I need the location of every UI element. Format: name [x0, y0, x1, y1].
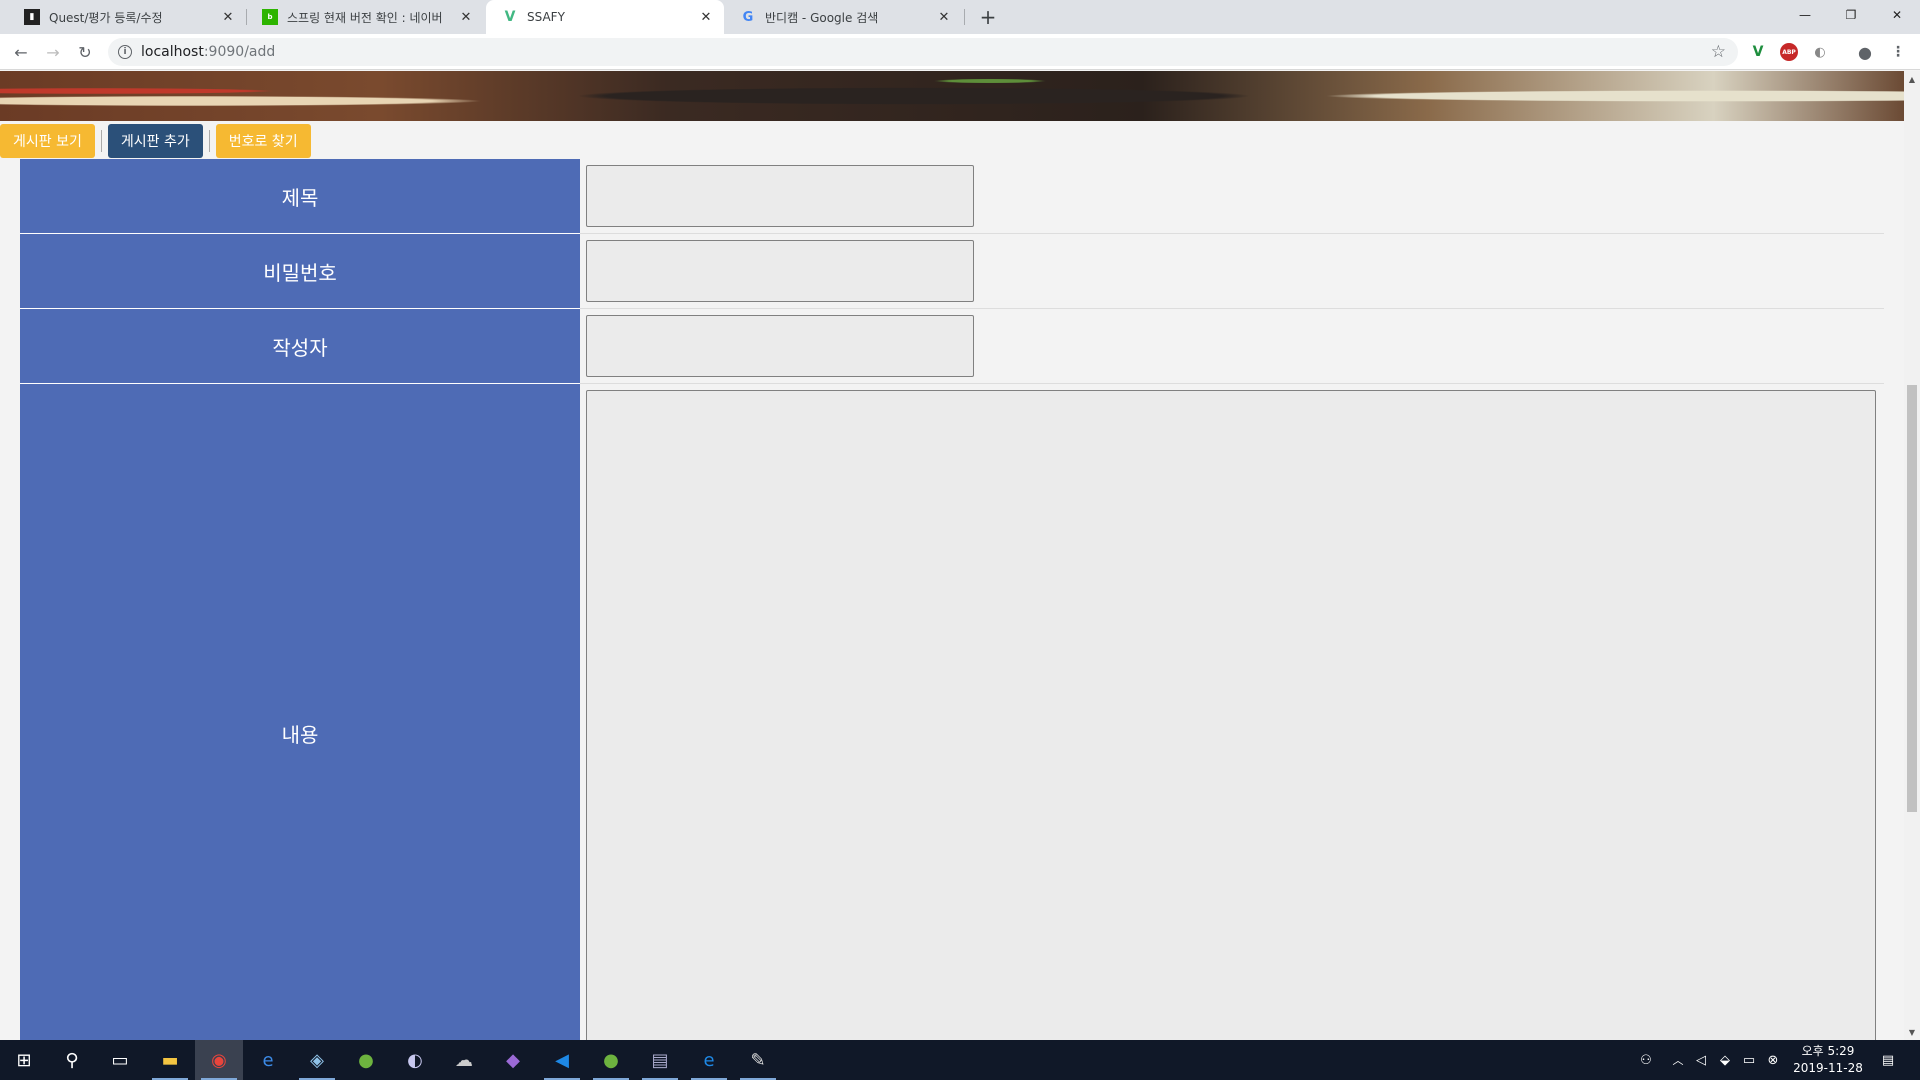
- extension-icon[interactable]: ◐: [1811, 43, 1829, 61]
- password-input[interactable]: [586, 240, 974, 302]
- title-cell: [580, 159, 1884, 233]
- taskbar-clock[interactable]: 오후 5:29 2019-11-28: [1786, 1043, 1870, 1077]
- people-icon[interactable]: ⚇: [1632, 1040, 1660, 1080]
- author-input[interactable]: [586, 315, 974, 377]
- form-row-password: 비밀번호: [20, 234, 1884, 309]
- clock-date: 2019-11-28: [1793, 1061, 1863, 1075]
- close-icon[interactable]: ✕: [698, 9, 714, 25]
- author-label: 작성자: [20, 309, 580, 384]
- internet-explorer-icon[interactable]: e: [244, 1040, 292, 1080]
- close-icon[interactable]: ✕: [458, 9, 474, 25]
- blog-favicon-icon: b: [262, 9, 278, 25]
- close-icon[interactable]: ✕: [220, 9, 236, 25]
- scroll-down-arrow-icon[interactable]: ▼: [1904, 1024, 1920, 1040]
- profile-avatar-icon[interactable]: ●: [1856, 43, 1874, 62]
- new-tab-button[interactable]: +: [976, 5, 1000, 29]
- tab-google-search[interactable]: G 반디캠 - Google 검색 ✕: [724, 0, 962, 34]
- menu-divider: [100, 130, 102, 152]
- google-favicon-icon: G: [742, 9, 754, 25]
- reload-icon[interactable]: ↻: [73, 40, 97, 64]
- password-cell: [580, 234, 1884, 308]
- restore-icon[interactable]: ❐: [1828, 0, 1874, 30]
- author-cell: [580, 309, 1884, 383]
- browser-tab-strip: ▮ Quest/평가 등록/수정 ✕ b 스프링 현재 버전 확인 : 네이버 …: [0, 0, 1920, 34]
- forward-arrow-icon[interactable]: →: [41, 40, 65, 64]
- paint-app-icon[interactable]: ✎: [734, 1040, 782, 1080]
- form-row-author: 작성자: [20, 309, 1884, 384]
- address-bar[interactable]: i localhost:9090/add ☆: [108, 38, 1738, 66]
- vue-favicon-icon: V: [504, 9, 516, 25]
- add-board-button[interactable]: 게시판 추가: [107, 124, 203, 158]
- notification-center-icon[interactable]: ▤: [1872, 1040, 1904, 1080]
- board-add-form: 제목 비밀번호 작성자 내용: [20, 159, 1884, 1040]
- clock-time: 오후 5:29: [1801, 1044, 1855, 1058]
- minimize-icon[interactable]: —: [1782, 0, 1828, 30]
- file-explorer-icon[interactable]: ▬: [146, 1040, 194, 1080]
- vscode-icon[interactable]: ◀: [538, 1040, 586, 1080]
- scroll-thumb[interactable]: [1907, 385, 1917, 812]
- visual-studio-icon[interactable]: ◆: [489, 1040, 537, 1080]
- tray-status-icon[interactable]: ⊗: [1762, 1040, 1784, 1080]
- url-path: :9090/add: [203, 44, 276, 60]
- windows-taskbar: ⊞ ⚲ ▭ ▬ ◉ e ◈ ● ◐ ☁ ◆ ◀ ● ▤ e ✎ ⚇ ︿ ◁ ⬙ …: [0, 1040, 1920, 1080]
- menu-divider: [208, 130, 210, 152]
- url-host: localhost: [141, 44, 204, 60]
- tab-ssafy[interactable]: V SSAFY ✕: [486, 0, 724, 34]
- chrome-icon[interactable]: ◉: [195, 1040, 243, 1080]
- tab-title: Quest/평가 등록/수정: [49, 10, 163, 25]
- document-app-icon[interactable]: ▤: [636, 1040, 684, 1080]
- view-board-button[interactable]: 게시판 보기: [0, 124, 95, 158]
- tab-title: SSAFY: [527, 10, 565, 24]
- password-label: 비밀번호: [20, 234, 580, 309]
- volume-icon[interactable]: ◁: [1690, 1040, 1712, 1080]
- content-cell: [580, 384, 1884, 1040]
- find-by-number-button[interactable]: 번호로 찾기: [215, 124, 311, 158]
- tab-spring-version[interactable]: b 스프링 현재 버전 확인 : 네이버 ✕: [246, 0, 484, 34]
- scroll-up-arrow-icon[interactable]: ▲: [1904, 71, 1920, 87]
- content-textarea[interactable]: [586, 390, 1876, 1040]
- spring-tool-suite-icon[interactable]: ●: [342, 1040, 390, 1080]
- network-icon[interactable]: ▭: [1738, 1040, 1760, 1080]
- dropbox-icon[interactable]: ⬙: [1714, 1040, 1736, 1080]
- close-window-icon[interactable]: ✕: [1874, 0, 1920, 30]
- close-icon[interactable]: ✕: [936, 9, 952, 25]
- adblock-extension-icon[interactable]: ABP: [1780, 43, 1798, 61]
- spring-tool-suite-running-icon[interactable]: ●: [587, 1040, 635, 1080]
- edge-icon[interactable]: e: [685, 1040, 733, 1080]
- back-arrow-icon[interactable]: ←: [9, 40, 33, 64]
- search-icon[interactable]: ⚲: [48, 1040, 96, 1080]
- form-row-title: 제목: [20, 159, 1884, 234]
- menu-kebab-icon[interactable]: ⋮: [1889, 43, 1907, 61]
- page-viewport: 게시판 보기 게시판 추가 번호로 찾기 제목 비밀번호 작성자 내용: [0, 71, 1904, 1040]
- browser-toolbar: ← → ↻ i localhost:9090/add ☆ V ABP ◐ ● ⋮: [0, 34, 1920, 70]
- tray-chevron-up-icon[interactable]: ︿: [1668, 1040, 1688, 1080]
- food-banner-image: [0, 71, 1904, 121]
- board-menu: 게시판 보기 게시판 추가 번호로 찾기: [0, 124, 311, 158]
- document-favicon-icon: ▮: [24, 9, 40, 25]
- title-label: 제목: [20, 159, 580, 234]
- tab-quest[interactable]: ▮ Quest/평가 등록/수정 ✕: [8, 0, 246, 34]
- eclipse-icon[interactable]: ◐: [391, 1040, 439, 1080]
- tab-title: 스프링 현재 버전 확인 : 네이버: [287, 10, 443, 25]
- notes-app-icon[interactable]: ◈: [293, 1040, 341, 1080]
- network-app-icon[interactable]: ☁: [440, 1040, 488, 1080]
- form-row-content: 내용: [20, 384, 1884, 1040]
- windows-start-icon[interactable]: ⊞: [0, 1040, 48, 1080]
- vue-devtools-extension-icon[interactable]: V: [1749, 43, 1767, 61]
- page-scrollbar[interactable]: ▲ ▼: [1904, 71, 1920, 1040]
- bookmark-star-icon[interactable]: ☆: [1711, 42, 1726, 62]
- content-label: 내용: [20, 384, 580, 1040]
- info-icon[interactable]: i: [118, 45, 132, 59]
- task-view-icon[interactable]: ▭: [96, 1040, 144, 1080]
- title-input[interactable]: [586, 165, 974, 227]
- tab-divider: [964, 9, 965, 25]
- tab-title: 반디캠 - Google 검색: [765, 10, 879, 25]
